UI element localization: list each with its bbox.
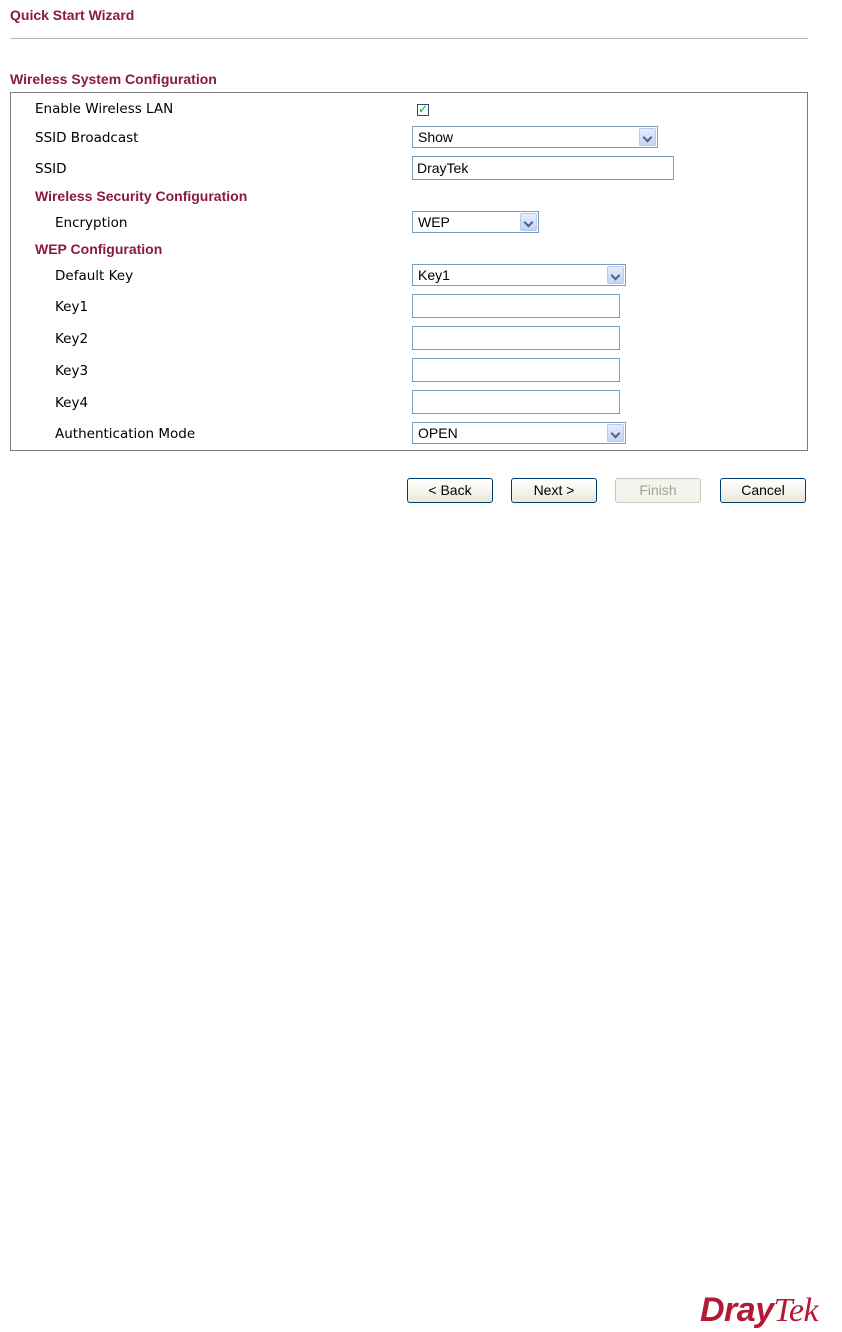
key4-label: Key4 xyxy=(55,395,89,411)
default-key-select[interactable]: Key1 xyxy=(412,264,626,286)
section-title: Wireless System Configuration xyxy=(10,71,217,87)
ssid-broadcast-select[interactable]: Show xyxy=(412,126,658,148)
wep-heading: WEP Configuration xyxy=(35,241,163,257)
default-key-value: Key1 xyxy=(418,267,450,283)
enable-wlan-checkbox[interactable]: ✓ xyxy=(417,102,429,116)
encryption-value: WEP xyxy=(418,214,450,230)
enable-wlan-label: Enable Wireless LAN xyxy=(35,101,174,117)
wireless-config-panel: Enable Wireless LAN ✓ SSID Broadcast Sho… xyxy=(10,92,808,451)
ssid-broadcast-label: SSID Broadcast xyxy=(35,130,139,146)
key3-input[interactable] xyxy=(412,358,620,382)
back-button[interactable]: < Back xyxy=(407,478,493,503)
auth-mode-select[interactable]: OPEN xyxy=(412,422,626,444)
ssid-input[interactable]: DrayTek xyxy=(412,156,674,180)
logo-text-bold: Dray xyxy=(700,1291,774,1329)
key3-label: Key3 xyxy=(55,363,89,379)
default-key-label: Default Key xyxy=(55,268,134,284)
checkmark-icon: ✓ xyxy=(418,102,429,116)
key1-input[interactable] xyxy=(412,294,620,318)
cancel-button[interactable]: Cancel xyxy=(720,478,806,503)
page-title: Quick Start Wizard xyxy=(10,7,135,23)
finish-button[interactable]: Finish xyxy=(615,478,701,503)
auth-mode-label: Authentication Mode xyxy=(55,426,196,442)
title-divider xyxy=(10,38,808,39)
encryption-select[interactable]: WEP xyxy=(412,211,539,233)
key1-label: Key1 xyxy=(55,299,89,315)
encryption-label: Encryption xyxy=(55,215,128,231)
ssid-broadcast-value: Show xyxy=(418,129,454,145)
key4-input[interactable] xyxy=(412,390,620,414)
key2-input[interactable] xyxy=(412,326,620,350)
next-button[interactable]: Next > xyxy=(511,478,597,503)
chevron-down-icon[interactable] xyxy=(607,266,624,284)
ssid-label: SSID xyxy=(35,161,67,177)
auth-mode-value: OPEN xyxy=(418,425,458,441)
chevron-down-icon[interactable] xyxy=(607,424,624,442)
draytek-logo: DrayTek xyxy=(700,1291,819,1330)
key2-label: Key2 xyxy=(55,331,89,347)
security-heading: Wireless Security Configuration xyxy=(35,188,248,204)
logo-text-rest: Tek xyxy=(773,1292,819,1329)
chevron-down-icon[interactable] xyxy=(639,128,656,146)
chevron-down-icon[interactable] xyxy=(520,213,537,231)
